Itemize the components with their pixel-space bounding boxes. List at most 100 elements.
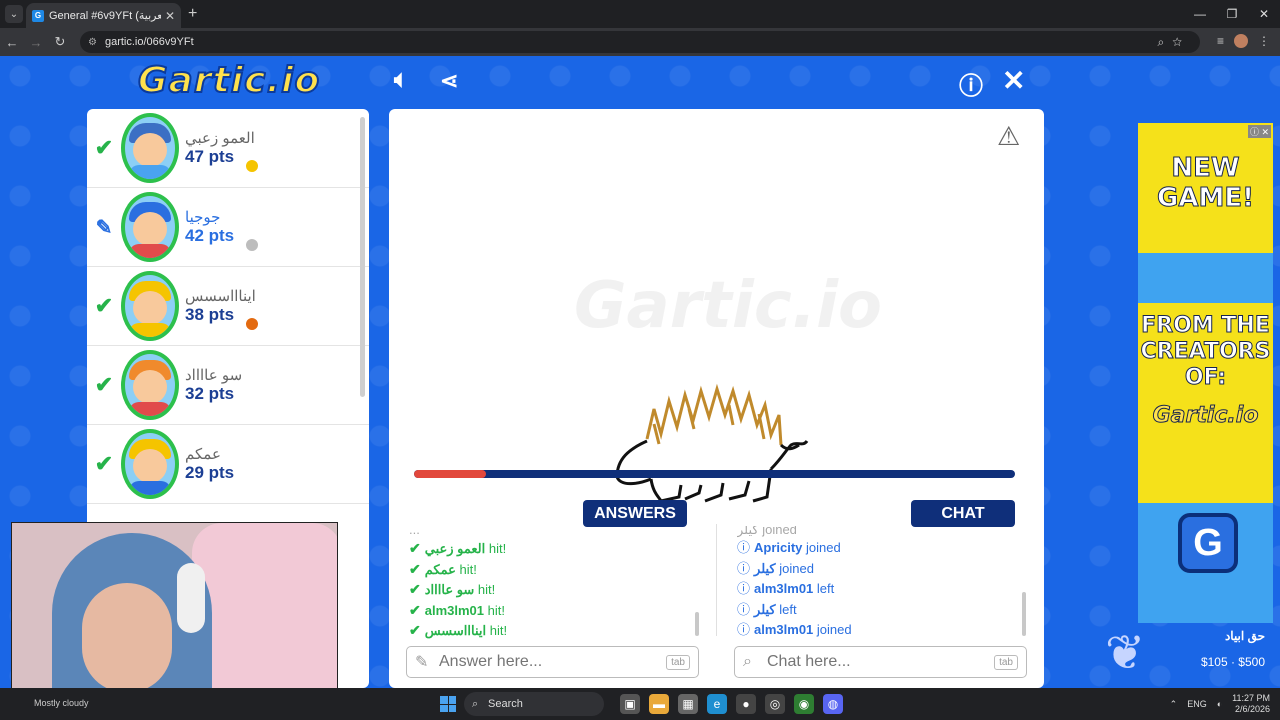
check-status-icon: ✔ bbox=[94, 372, 114, 397]
ad-play-button[interactable]: G bbox=[1178, 513, 1238, 573]
language-indicator[interactable]: ENG bbox=[1187, 699, 1207, 709]
sound-icon[interactable]: 🔈︎ bbox=[394, 66, 408, 94]
answers-scrollbar[interactable] bbox=[695, 612, 699, 636]
url-field[interactable]: ⚙ gartic.io/066v9YFt ⌕☆ bbox=[80, 31, 1200, 53]
ad-headline: NEW GAME! bbox=[1157, 153, 1255, 214]
close-game-icon[interactable]: ✕ bbox=[1002, 64, 1025, 97]
player-name: العمو زعبي bbox=[185, 130, 255, 147]
ad-brand: Gartic.io bbox=[1152, 403, 1259, 429]
player-row[interactable]: ✎ جوجيا 42 pts bbox=[87, 188, 369, 267]
zoom-icon[interactable]: ⌕☆ bbox=[1157, 35, 1190, 50]
player-row[interactable]: ✔ سو عااااد 32 pts bbox=[87, 346, 369, 425]
chat-scrollbar[interactable] bbox=[1022, 592, 1026, 636]
player-name: ايناااسسس bbox=[185, 288, 256, 305]
hedgehog-drawing bbox=[615, 383, 809, 503]
check-icon: ✔ bbox=[409, 601, 421, 618]
chat-tab[interactable]: CHAT bbox=[911, 500, 1015, 527]
answer-player-name: العمو زعبي bbox=[424, 541, 486, 556]
browser-menu-icon[interactable]: ⋮ bbox=[1258, 34, 1270, 48]
check-icon: ✔ bbox=[409, 622, 421, 638]
ad-choices-icon[interactable]: ⓘ ✕ bbox=[1247, 125, 1271, 138]
file-explorer-icon[interactable]: ▬ bbox=[649, 694, 669, 714]
info-circle-icon: ⓘ bbox=[737, 601, 751, 617]
avatar-face bbox=[133, 212, 167, 246]
new-tab-button[interactable]: + bbox=[188, 5, 197, 23]
panel-divider bbox=[716, 524, 717, 636]
gaming-chair bbox=[192, 523, 337, 703]
site-info-icon[interactable]: ⚙ bbox=[88, 37, 97, 48]
chat-player-name: كيلر bbox=[754, 601, 776, 617]
chat-text: left bbox=[779, 601, 797, 617]
chat-input[interactable] bbox=[767, 653, 995, 671]
player-name: عمكم bbox=[185, 446, 221, 463]
player-points: 29 pts bbox=[185, 463, 235, 482]
clock[interactable]: 11:27 PM 2/6/2026 bbox=[1232, 693, 1270, 715]
close-tab-icon[interactable]: ✕ bbox=[165, 9, 175, 23]
answer-line: ✔ سو عااااد hit! bbox=[409, 579, 699, 600]
answer-player-name: alm3lm01 bbox=[424, 602, 484, 618]
task-view-icon[interactable]: ▣ bbox=[620, 694, 640, 714]
discord-icon[interactable]: ◍ bbox=[823, 694, 843, 714]
player-row[interactable]: ✔ العمو زعبي 47 pts bbox=[87, 109, 369, 188]
restore-button[interactable]: ❐ bbox=[1216, 0, 1248, 28]
info-circle-icon: ⓘ bbox=[737, 581, 751, 596]
check-icon: ✔ bbox=[409, 560, 421, 577]
player-list-scrollbar[interactable] bbox=[360, 117, 365, 397]
answers-tab[interactable]: ANSWERS bbox=[583, 500, 687, 527]
player-avatar[interactable] bbox=[121, 192, 179, 262]
player-points: 42 pts bbox=[185, 226, 235, 245]
close-window-button[interactable]: ✕ bbox=[1248, 0, 1280, 28]
avatar-face bbox=[133, 370, 167, 404]
player-level-badge bbox=[244, 237, 260, 253]
extensions-area: ≡ ⋮ bbox=[1217, 34, 1270, 48]
store-icon[interactable]: ▦ bbox=[678, 694, 698, 714]
avatar-face bbox=[133, 449, 167, 483]
minimize-button[interactable]: — bbox=[1184, 0, 1216, 28]
reload-button[interactable]: ↻ bbox=[48, 34, 72, 50]
media-control-icon[interactable]: ≡ bbox=[1217, 34, 1224, 48]
pencil-status-icon: ✎ bbox=[95, 216, 113, 239]
player-info: جوجيا 42 pts bbox=[185, 208, 234, 246]
info-icon[interactable]: ⓘ bbox=[959, 66, 983, 101]
tray-overflow-icon[interactable]: ⌃ bbox=[1170, 699, 1178, 710]
browser-tab[interactable]: G General #6v9YFt (العربية) - Gartic ✕ bbox=[26, 3, 181, 28]
answer-text: hit! bbox=[487, 602, 505, 618]
obs-icon[interactable]: ◎ bbox=[765, 694, 785, 714]
profile-avatar[interactable] bbox=[1234, 34, 1248, 48]
taskbar-search[interactable]: ⌕ Search bbox=[464, 692, 604, 716]
window-controls: — ❐ ✕ bbox=[1184, 0, 1280, 28]
chat-line: ⓘ alm3lm01 joined bbox=[737, 620, 1027, 641]
tab-title: General #6v9YFt (العربية) - Gartic bbox=[49, 10, 161, 22]
answer-text: hit! bbox=[488, 541, 507, 556]
chat-input-box[interactable]: ⌕ tab bbox=[734, 646, 1027, 678]
chat-player-name: كيلر bbox=[754, 560, 776, 576]
player-avatar[interactable] bbox=[121, 113, 179, 183]
system-tray: ⌃ ENG ◐ 11:27 PM 2/6/2026 bbox=[1170, 693, 1270, 715]
chat-text: joined bbox=[816, 622, 852, 637]
chat-list: كيلر joined ⓘ Apricity joined ⓘ كيلر joined… bbox=[737, 526, 1027, 641]
share-icon[interactable]: ⋖ bbox=[440, 68, 458, 94]
player-row[interactable]: ✔ ايناااسسس 38 pts bbox=[87, 267, 369, 346]
drawing-canvas[interactable]: Gartic.io ⚠ bbox=[389, 109, 1044, 547]
info-circle-icon: ⓘ bbox=[737, 622, 751, 637]
round-timer-fill bbox=[414, 470, 487, 478]
answer-input-box[interactable]: ✎ tab bbox=[406, 646, 699, 678]
player-avatar[interactable] bbox=[121, 271, 179, 341]
network-icon[interactable]: ◐ bbox=[1217, 699, 1222, 709]
back-button[interactable]: ← bbox=[0, 35, 24, 50]
round-timer-bar bbox=[414, 470, 1015, 478]
start-button[interactable] bbox=[440, 696, 456, 712]
answer-input[interactable] bbox=[439, 653, 667, 671]
advertisement[interactable]: ⓘ ✕ NEW GAME! FROM THE CREATORS OF: Gart… bbox=[1138, 123, 1273, 623]
player-avatar[interactable] bbox=[121, 429, 179, 499]
pencil-icon: ✎ bbox=[415, 654, 429, 671]
tab-search-button[interactable]: ⌄ bbox=[5, 5, 23, 23]
app-icon[interactable]: ● bbox=[736, 694, 756, 714]
headphones bbox=[177, 563, 205, 633]
forward-button[interactable]: → bbox=[24, 35, 48, 50]
edge-icon[interactable]: e bbox=[707, 694, 727, 714]
player-avatar[interactable] bbox=[121, 350, 179, 420]
weather-widget[interactable]: Mostly cloudy bbox=[34, 698, 89, 708]
chrome-icon[interactable]: ◉ bbox=[794, 694, 814, 714]
player-row[interactable]: ✔ عمكم 29 pts bbox=[87, 425, 369, 504]
